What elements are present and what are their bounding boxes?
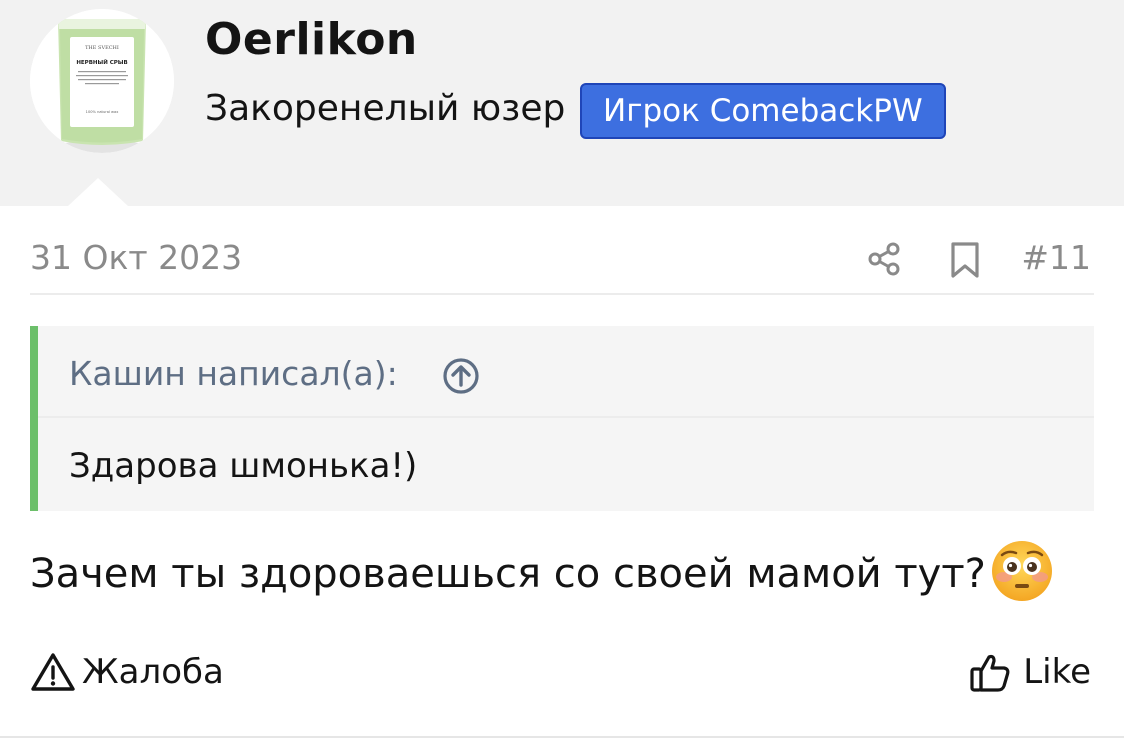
thumbs-up-icon (970, 654, 1010, 692)
report-button[interactable]: Жалоба (30, 648, 224, 696)
candle-image: THE SVECHI НЕРВНЫЙ СРЫВ 100% natural wax (30, 9, 174, 153)
divider (0, 736, 1124, 738)
message-text: Зачем ты здороваешься со своей мамой тут… (30, 551, 986, 597)
bookmark-icon[interactable] (948, 241, 982, 279)
header-caret (68, 178, 128, 206)
share-icon[interactable] (866, 241, 902, 277)
avatar-note-text: 100% natural wax (86, 110, 120, 114)
divider (30, 293, 1094, 295)
username[interactable]: Oerlikon (205, 14, 418, 65)
post-date[interactable]: 31 Окт 2023 (30, 238, 242, 277)
avatar-brand-text: THE SVECHI (85, 45, 119, 51)
warning-icon (31, 653, 75, 691)
post-number-link[interactable]: #11 (1021, 238, 1091, 277)
quote-block: Кашин написал(а): Здарова шмонька!) (30, 326, 1094, 511)
user-avatar[interactable]: THE SVECHI НЕРВНЫЙ СРЫВ 100% natural wax (30, 9, 174, 153)
quote-author[interactable]: Кашин написал(а): (69, 354, 398, 393)
like-label: Like (1023, 652, 1091, 692)
avatar-product-text: НЕРВНЫЙ СРЫВ (76, 58, 127, 66)
user-title: Закоренелый юзер (205, 88, 566, 129)
quote-text: Здарова шмонька!) (69, 446, 418, 486)
message-user-header: THE SVECHI НЕРВНЫЙ СРЫВ 100% natural wax… (0, 0, 1124, 206)
like-button[interactable]: Like (969, 648, 1091, 696)
message-body: Зачем ты здороваешься со своей мамой тут… (30, 541, 1054, 603)
arrow-up-circle-icon[interactable] (442, 357, 480, 395)
flushed-face-icon (991, 541, 1052, 601)
user-banner: Игрок ComebackPW (580, 83, 946, 139)
quote-header: Кашин написал(а): (38, 326, 1094, 418)
report-label: Жалоба (82, 652, 224, 692)
